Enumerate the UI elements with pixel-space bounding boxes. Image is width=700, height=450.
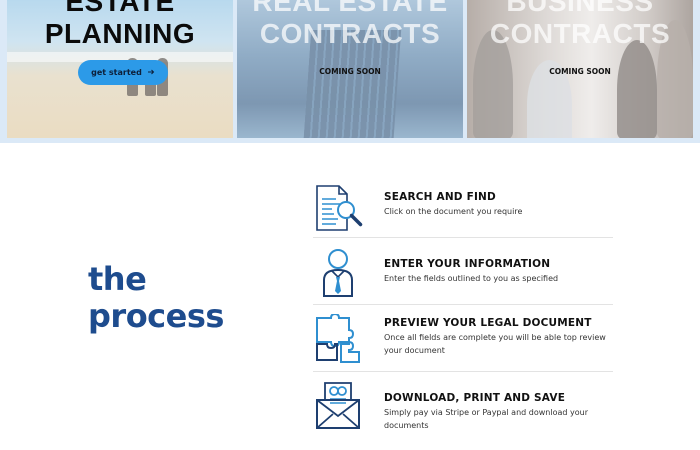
envelope-document-icon [313, 380, 365, 432]
card-title-line1: REAL ESTATE [252, 0, 448, 17]
process-step-download: DOWNLOAD, PRINT AND SAVE Simply pay via … [313, 378, 613, 434]
process-step-enter-info: ENTER YOUR INFORMATION Enter the fields … [313, 244, 613, 300]
process-heading-line1: the [88, 260, 147, 298]
process-step-search: SEARCH AND FIND Click on the document yo… [313, 180, 613, 235]
card-title-line1: BUSINESS [506, 0, 654, 17]
coming-soon-label: COMING SOON [319, 67, 381, 76]
process-step-preview: PREVIEW YOUR LEGAL DOCUMENT Once all fie… [313, 311, 613, 369]
step-divider [313, 304, 613, 305]
get-started-button[interactable]: get started [78, 60, 168, 85]
process-heading: the process [88, 261, 224, 335]
puzzle-icon [313, 312, 365, 366]
card-title-line2: CONTRACTS [259, 18, 441, 49]
person-tie-icon [313, 246, 365, 298]
coming-soon-label: COMING SOON [549, 67, 611, 76]
step-description: Once all fields are complete you will be… [384, 333, 606, 355]
step-heading: DOWNLOAD, PRINT AND SAVE [384, 392, 566, 404]
card-business-contracts[interactable]: BUSINESS CONTRACTS COMING SOON [467, 0, 693, 138]
card-title-line2: PLANNING [44, 18, 196, 49]
step-heading: ENTER YOUR INFORMATION [384, 258, 551, 270]
arrow-right-icon [147, 68, 155, 77]
step-description: Enter the fields outlined to you as spec… [384, 274, 559, 283]
card-real-estate-contracts[interactable]: REAL ESTATE CONTRACTS COMING SOON [237, 0, 463, 138]
get-started-label: get started [91, 68, 142, 77]
step-description: Click on the document you require [384, 207, 523, 216]
document-search-icon [313, 182, 365, 234]
process-heading-line2: process [88, 297, 224, 335]
step-heading: PREVIEW YOUR LEGAL DOCUMENT [384, 317, 592, 329]
card-estate-planning[interactable]: ESTATE PLANNING get started [7, 0, 233, 138]
hero-section: ESTATE PLANNING get started REAL ESTATE … [0, 0, 700, 143]
step-description: Simply pay via Stripe or Paypal and down… [384, 408, 588, 430]
step-divider [313, 237, 613, 238]
card-title-line1: ESTATE [65, 0, 175, 17]
card-title-line2: CONTRACTS [489, 18, 671, 49]
step-divider [313, 371, 613, 372]
step-heading: SEARCH AND FIND [384, 191, 496, 203]
